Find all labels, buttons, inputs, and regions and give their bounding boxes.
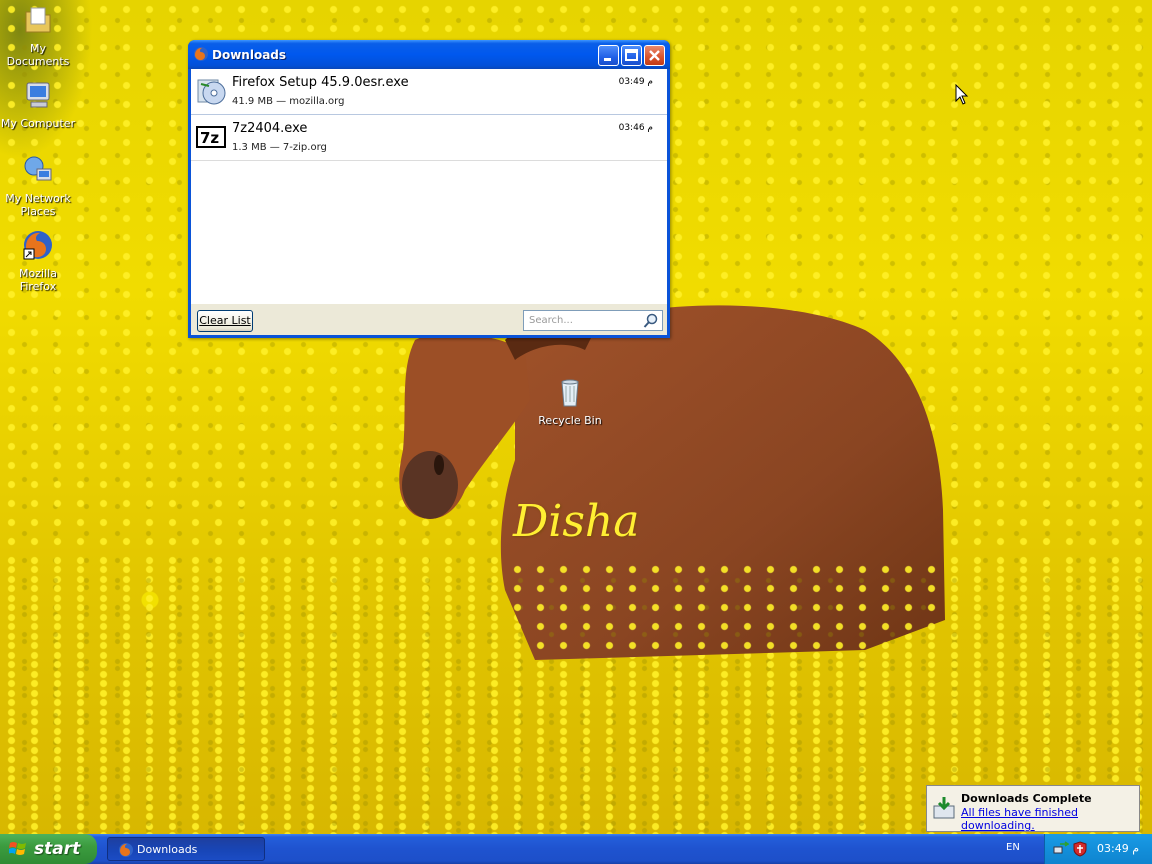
maximize-button[interactable] xyxy=(621,45,642,66)
minimize-icon xyxy=(604,58,611,61)
security-shield-icon[interactable] xyxy=(1072,841,1088,857)
notification-title: Downloads Complete xyxy=(961,792,1092,805)
desktop-icon-label: Mozilla Firefox xyxy=(19,267,57,293)
download-time: 03:49 م xyxy=(618,77,653,87)
close-button[interactable] xyxy=(644,45,665,66)
downloads-complete-notification[interactable]: Downloads Complete All files have finish… xyxy=(926,785,1140,832)
clear-list-button[interactable]: Clear List xyxy=(197,310,253,332)
download-item[interactable]: 7z 7z2404.exe 1.3 MB — 7-zip.org 03:46 م xyxy=(191,115,667,161)
download-filename: 7z2404.exe xyxy=(232,121,308,136)
svg-text:7z: 7z xyxy=(200,129,219,147)
desktop-icon-label: My Documents xyxy=(6,42,70,68)
downloads-window[interactable]: Downloads Firefox Setup 45.9.0esr.exe 41… xyxy=(188,40,670,338)
windows-logo-icon xyxy=(9,842,26,855)
network-status-icon[interactable] xyxy=(1053,841,1069,857)
maximize-icon xyxy=(625,49,638,61)
desktop-icon-my-documents[interactable]: My Documents xyxy=(0,4,76,68)
download-time: 03:46 م xyxy=(618,123,653,133)
taskbar-button-downloads[interactable]: Downloads xyxy=(107,837,265,861)
close-icon xyxy=(649,50,660,61)
download-filename: Firefox Setup 45.9.0esr.exe xyxy=(232,75,409,90)
watermark-text: Disha xyxy=(513,496,640,547)
desktop-icon-label: My Network Places xyxy=(5,192,71,218)
network-icon xyxy=(24,156,52,181)
search-placeholder: Search... xyxy=(529,315,573,326)
start-button[interactable]: start xyxy=(0,834,97,864)
notification-message-link[interactable]: All files have finished downloading. xyxy=(961,806,1139,832)
desktop-icon-label: Recycle Bin xyxy=(538,414,602,427)
taskbar: start Downloads EN 03:49 م xyxy=(0,834,1152,864)
desktop: Disha My Documents My Computer My Networ… xyxy=(0,0,1152,834)
clock[interactable]: 03:49 م xyxy=(1097,842,1139,855)
language-indicator[interactable]: EN xyxy=(1006,842,1020,853)
firefox-icon xyxy=(119,843,133,857)
desktop-icon-mozilla-firefox[interactable]: Mozilla Firefox xyxy=(0,229,76,293)
downloads-list-area: Firefox Setup 45.9.0esr.exe 41.9 MB — mo… xyxy=(191,69,667,335)
desktop-icon-my-computer[interactable]: My Computer xyxy=(0,79,76,130)
title-bar[interactable]: Downloads xyxy=(188,40,670,69)
search-input[interactable]: Search... xyxy=(523,310,663,331)
installer-icon xyxy=(197,79,226,105)
firefox-icon xyxy=(23,231,52,260)
downloads-footer: Clear List Search... xyxy=(191,304,667,335)
search-icon[interactable] xyxy=(643,313,659,329)
folder-documents-icon xyxy=(25,7,51,33)
system-tray: 03:49 م xyxy=(1044,834,1152,864)
recycle-bin-icon xyxy=(561,379,579,407)
mouse-cursor-icon xyxy=(955,84,969,105)
download-item[interactable]: Firefox Setup 45.9.0esr.exe 41.9 MB — mo… xyxy=(191,69,667,115)
taskbar-button-label: Downloads xyxy=(137,843,198,856)
desktop-icon-recycle-bin[interactable]: Recycle Bin xyxy=(532,376,608,427)
download-meta: 1.3 MB — 7-zip.org xyxy=(232,142,327,153)
firefox-icon xyxy=(194,47,208,61)
7zip-icon: 7z xyxy=(196,126,226,148)
minimize-button[interactable] xyxy=(598,45,619,66)
download-complete-icon xyxy=(933,797,955,819)
computer-icon xyxy=(26,82,50,108)
window-title: Downloads xyxy=(212,48,287,62)
download-meta: 41.9 MB — mozilla.org xyxy=(232,96,345,107)
desktop-icon-my-network-places[interactable]: My Network Places xyxy=(0,154,76,218)
start-label: start xyxy=(34,839,81,859)
desktop-icon-label: My Computer xyxy=(0,117,76,130)
